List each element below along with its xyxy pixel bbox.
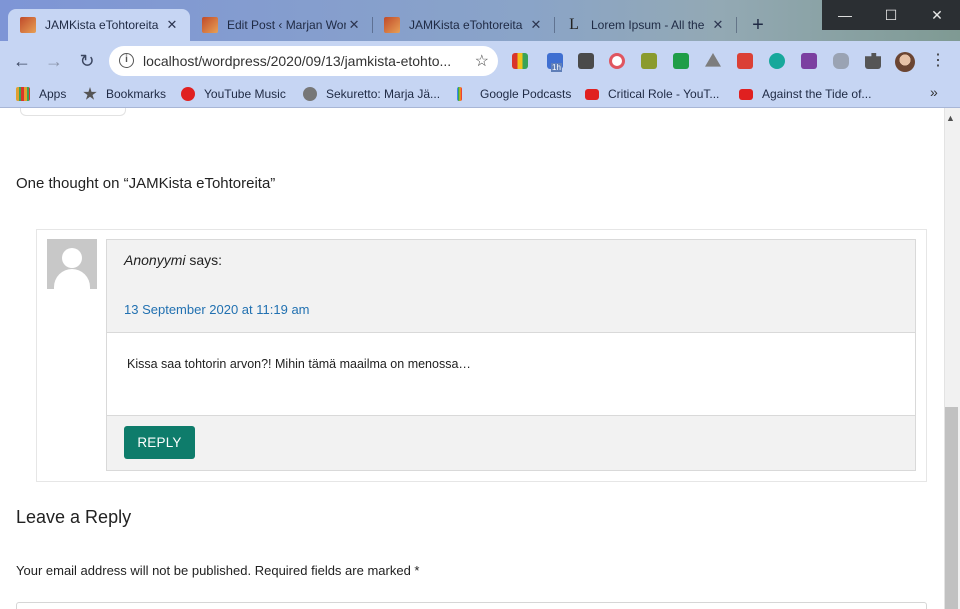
onenote-extension-icon[interactable]	[801, 53, 817, 69]
previous-section-box	[20, 108, 126, 116]
url-text[interactable]: localhost/wordpress/2020/09/13/jamkista-…	[143, 53, 451, 69]
comments-heading: One thought on “JAMKista eTohtoreita”	[16, 175, 276, 192]
tab-title: Lorem Ipsum - All the	[591, 18, 705, 32]
leave-reply-heading: Leave a Reply	[16, 507, 132, 527]
tab-title: JAMKista eTohtoreita	[409, 18, 523, 32]
todoist-extension-icon[interactable]	[737, 53, 753, 69]
lorem-ipsum-favicon-icon: L	[569, 16, 579, 33]
reload-button[interactable]: ↻	[75, 49, 99, 73]
maximize-button[interactable]: ☐	[868, 0, 914, 30]
tab-jamkista-2[interactable]: JAMKista eTohtoreita ✕	[372, 9, 554, 41]
email-notice: Your email address will not be published…	[16, 563, 420, 578]
bookmark-star-icon[interactable]: ☆	[475, 51, 489, 71]
tab-close-icon[interactable]: ✕	[528, 17, 544, 33]
apps-grid-icon	[16, 87, 30, 101]
tab-jamkista-active[interactable]: JAMKista eTohtoreita ✕	[8, 9, 190, 41]
comment-author: Anonyymi	[124, 252, 186, 268]
podcasts-icon	[457, 87, 462, 101]
wordpress-favicon-icon	[20, 17, 36, 33]
forward-button[interactable]: →	[42, 49, 66, 73]
minimize-button[interactable]: —	[822, 0, 868, 30]
bookmark-label: Bookmarks	[106, 87, 167, 101]
comment-author-line: Anonyymi says:	[124, 252, 222, 268]
page-viewport: One thought on “JAMKista eTohtoreita” An…	[0, 108, 944, 609]
comment: Anonyymi says: 13 September 2020 at 11:1…	[106, 239, 916, 471]
bookmark-label: Critical Role - YouT...	[608, 87, 720, 101]
comment-text: Kissa saa tohtorin arvon?! Mihin tämä ma…	[127, 357, 471, 371]
record-extension-icon[interactable]	[609, 53, 625, 69]
bookmarks-overflow-icon[interactable]: »	[930, 84, 938, 100]
bookmark-critical-role[interactable]: Critical Role - YouT...	[585, 85, 719, 103]
calendar-extension-label: 1h	[551, 63, 562, 72]
youtube-music-icon	[181, 87, 195, 101]
bookmark-against-the-tide[interactable]: Against the Tide of...	[739, 85, 871, 103]
wordpress-favicon-icon	[202, 17, 218, 33]
tab-edit-post[interactable]: Edit Post ‹ Marjan Wor ✕	[190, 9, 372, 41]
site-info-icon[interactable]: i	[119, 53, 134, 68]
back-button[interactable]: ←	[10, 49, 34, 73]
youtube-icon	[585, 88, 599, 100]
check-extension-icon[interactable]	[673, 53, 689, 69]
bookmark-label: YouTube Music	[204, 87, 286, 101]
window-close-button[interactable]: ✕	[914, 0, 960, 30]
tab-title: Edit Post ‹ Marjan Wor	[227, 18, 347, 32]
puzzle-extensions-icon[interactable]	[865, 53, 881, 69]
bookmark-label: Apps	[39, 87, 67, 101]
bookmark-label: Google Podcasts	[480, 87, 572, 101]
bookmark-label: Against the Tide of...	[762, 87, 872, 101]
bookmark-bookmarks[interactable]: Bookmarks	[83, 85, 166, 103]
comment-says: says:	[185, 252, 223, 268]
reply-button[interactable]: REPLY	[124, 426, 195, 459]
avatar-body-shape	[54, 269, 90, 289]
profile-avatar[interactable]	[895, 52, 915, 72]
scrollbar-thumb[interactable]	[945, 407, 958, 609]
palette-extension-icon[interactable]	[512, 53, 528, 69]
browser-toolbar: ← → ↻ i localhost/wordpress/2020/09/13/j…	[0, 41, 960, 116]
m-extension-icon[interactable]	[769, 53, 785, 69]
bookmark-sekuretto[interactable]: Sekuretto: Marja Jä...	[303, 85, 440, 103]
browser-titlebar: JAMKista eTohtoreita ✕ Edit Post ‹ Marja…	[0, 0, 960, 41]
lightbulb-extension-icon[interactable]	[578, 53, 594, 69]
scroll-up-arrow-icon[interactable]: ▲	[946, 113, 955, 123]
bookmark-google-podcasts[interactable]: Google Podcasts	[457, 85, 571, 103]
bookmark-youtube-music[interactable]: YouTube Music	[181, 85, 286, 103]
youtube-icon	[739, 88, 753, 100]
address-bar[interactable]: i localhost/wordpress/2020/09/13/jamkist…	[109, 46, 498, 76]
comment-textarea[interactable]	[16, 602, 927, 609]
tab-close-icon[interactable]: ✕	[164, 17, 180, 33]
cloud-extension-icon[interactable]	[833, 53, 849, 69]
browser-menu-icon[interactable]: ⋮	[930, 52, 946, 70]
comment-avatar-icon	[47, 239, 97, 289]
bookmark-label: Sekuretto: Marja Jä...	[326, 87, 441, 101]
tab-close-icon[interactable]: ✕	[346, 17, 362, 33]
bookmark-apps[interactable]: Apps	[16, 85, 66, 103]
comment-content: Kissa saa tohtorin arvon?! Mihin tämä ma…	[107, 332, 915, 416]
globe-icon	[303, 87, 317, 101]
star-icon	[83, 87, 97, 100]
image-extension-icon[interactable]	[641, 53, 657, 69]
tab-title: JAMKista eTohtoreita	[45, 18, 159, 32]
tab-separator	[736, 17, 737, 33]
new-tab-button[interactable]: +	[746, 14, 770, 38]
wordpress-favicon-icon	[384, 17, 400, 33]
bookmarks-bar: Apps Bookmarks YouTube Music Sekuretto: …	[0, 80, 960, 108]
avatar-head-shape	[62, 248, 82, 268]
comment-date-link[interactable]: 13 September 2020 at 11:19 am	[124, 302, 310, 317]
tab-close-icon[interactable]: ✕	[710, 17, 726, 33]
window-controls: — ☐ ✕	[822, 0, 960, 30]
drive-extension-icon[interactable]	[705, 53, 721, 67]
tab-lorem-ipsum[interactable]: L Lorem Ipsum - All the ✕	[554, 9, 736, 41]
